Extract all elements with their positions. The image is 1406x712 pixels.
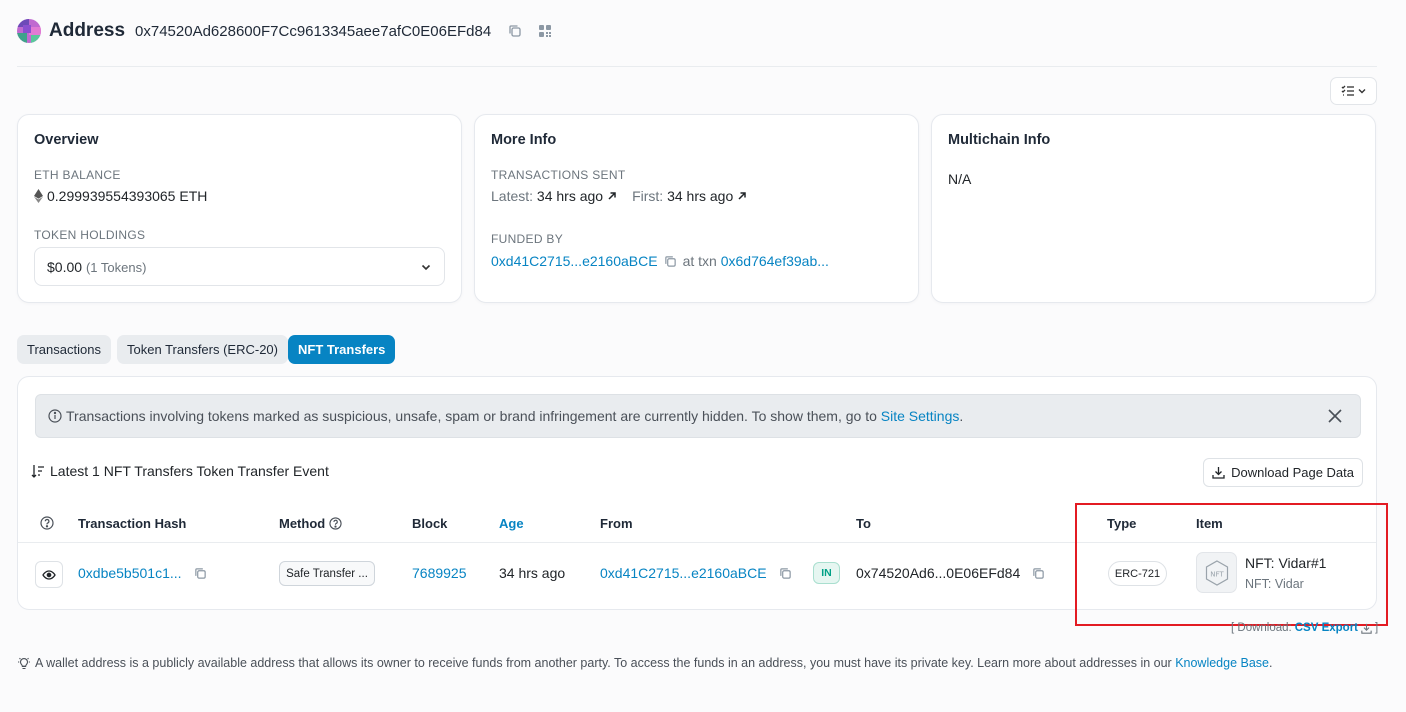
col-method: Method (279, 516, 342, 531)
view-options-button[interactable] (1330, 77, 1377, 105)
qr-code-icon[interactable] (535, 21, 555, 41)
from-address-link[interactable]: 0xd41C2715...e2160aBCE (600, 565, 767, 581)
first-value[interactable]: 34 hrs ago (667, 188, 733, 204)
col-to: To (856, 516, 871, 531)
alert-text: Transactions involving tokens marked as … (66, 408, 881, 424)
more-info-card: More Info TRANSACTIONS SENT Latest: 34 h… (474, 114, 919, 303)
table-row-age: 34 hrs ago (499, 565, 566, 581)
copy-icon[interactable] (1032, 567, 1045, 580)
address-footnote: A wallet address is a publicly available… (17, 656, 1273, 670)
eth-icon (34, 189, 43, 203)
method-badge: Safe Transfer ... (279, 561, 375, 586)
multichain-card: Multichain Info N/A (931, 114, 1376, 303)
latest-label: Latest: (491, 188, 534, 204)
eth-balance-label: ETH BALANCE (34, 168, 121, 182)
table-row-block: 7689925 (412, 565, 467, 581)
funded-by-address-link[interactable]: 0xd41C2715...e2160aBCE (491, 253, 658, 269)
close-icon[interactable] (1324, 405, 1346, 427)
multichain-title: Multichain Info (948, 132, 1051, 148)
eth-balance-amount: 0.299939554393065 ETH (47, 188, 208, 204)
download-label: Download Page Data (1231, 465, 1354, 480)
direction-badge: IN (813, 562, 840, 584)
hidden-tokens-alert: Transactions involving tokens marked as … (35, 394, 1361, 438)
eth-balance-value: 0.299939554393065 ETH (34, 188, 207, 204)
more-info-title: More Info (491, 132, 557, 148)
arrow-up-right-icon[interactable] (736, 190, 748, 202)
copy-icon[interactable] (664, 255, 677, 268)
block-link[interactable]: 7689925 (412, 565, 467, 581)
at-txn-label: at txn (682, 253, 717, 269)
token-holdings-label: TOKEN HOLDINGS (34, 228, 146, 242)
eye-icon[interactable] (35, 561, 63, 588)
info-icon[interactable] (329, 517, 342, 530)
transfers-summary: Latest 1 NFT Transfers Token Transfer Ev… (31, 463, 329, 479)
knowledge-base-link[interactable]: Knowledge Base (1175, 656, 1269, 670)
address-text: 0x74520Ad628600F7Cc9613345aee7afC0E06EFd… (135, 22, 492, 40)
copy-icon[interactable] (505, 21, 525, 41)
funded-by-label: FUNDED BY (491, 232, 564, 246)
tx-hash-link[interactable]: 0xdbe5b501c1... (78, 565, 182, 581)
lightbulb-icon (18, 657, 30, 670)
tx-sent-values: Latest: 34 hrs ago First: 34 hrs ago (491, 188, 748, 204)
col-block: Block (412, 516, 448, 531)
info-icon (48, 409, 62, 423)
list-check-icon (1341, 85, 1354, 96)
token-holdings-dropdown[interactable]: $0.00 (1 Tokens) (34, 247, 445, 286)
header-divider (17, 66, 1377, 67)
download-icon[interactable] (1361, 623, 1372, 634)
download-icon (1212, 467, 1225, 479)
csv-suffix: ] (1375, 622, 1379, 634)
first-label: First: (632, 188, 664, 204)
to-address: 0x74520Ad6...0E06EFd84 (856, 565, 1021, 581)
token-holdings-count: (1 Tokens) (85, 259, 147, 275)
footnote-text: A wallet address is a publicly available… (35, 656, 1176, 670)
token-holdings-value: $0.00 (47, 258, 83, 275)
funded-by-row: 0xd41C2715...e2160aBCE at txn 0x6d764ef3… (491, 253, 829, 269)
highlight-box (1075, 503, 1388, 626)
tab-nft-transfers[interactable]: NFT Transfers (288, 335, 396, 364)
page-title: Address (49, 20, 126, 41)
copy-icon[interactable] (194, 567, 207, 580)
chevron-down-icon (421, 264, 431, 270)
tab-transactions[interactable]: Transactions (17, 335, 111, 364)
csv-export-link[interactable]: CSV Export (1295, 622, 1358, 634)
alert-suffix: . (959, 408, 964, 424)
download-page-data-button[interactable]: Download Page Data (1203, 458, 1363, 487)
chevron-down-icon (1358, 89, 1365, 94)
funding-txn-link[interactable]: 0x6d764ef39ab... (721, 253, 829, 269)
overview-card: Overview ETH BALANCE 0.299939554393065 E… (17, 114, 462, 303)
col-transaction-hash: Transaction Hash (78, 516, 187, 531)
latest-value[interactable]: 34 hrs ago (537, 188, 603, 204)
multichain-value: N/A (948, 171, 972, 187)
address-avatar (17, 19, 41, 43)
table-row-to: 0x74520Ad6...0E06EFd84 (856, 565, 1045, 581)
table-row-from: 0xd41C2715...e2160aBCE (600, 565, 792, 581)
summary-text: Latest 1 NFT Transfers Token Transfer Ev… (50, 463, 329, 479)
footnote-suffix: . (1269, 656, 1273, 670)
csv-prefix: [ Download: (1231, 622, 1292, 634)
col-age[interactable]: Age (499, 516, 524, 531)
tab-token-transfers[interactable]: Token Transfers (ERC-20) (117, 335, 288, 364)
sort-descending-icon (31, 465, 44, 478)
overview-title: Overview (34, 132, 99, 148)
table-row-hash: 0xdbe5b501c1... (78, 565, 207, 581)
page-header: Address 0x74520Ad628600F7Cc9613345aee7af… (17, 16, 565, 46)
col-method-label: Method (279, 516, 326, 531)
csv-export-row: [ Download: CSV Export ] (1231, 622, 1378, 634)
site-settings-link[interactable]: Site Settings (881, 408, 960, 424)
tx-sent-label: TRANSACTIONS SENT (491, 168, 626, 182)
help-icon[interactable] (40, 516, 54, 530)
col-from: From (600, 516, 633, 531)
arrow-up-right-icon[interactable] (606, 190, 618, 202)
copy-icon[interactable] (779, 567, 792, 580)
